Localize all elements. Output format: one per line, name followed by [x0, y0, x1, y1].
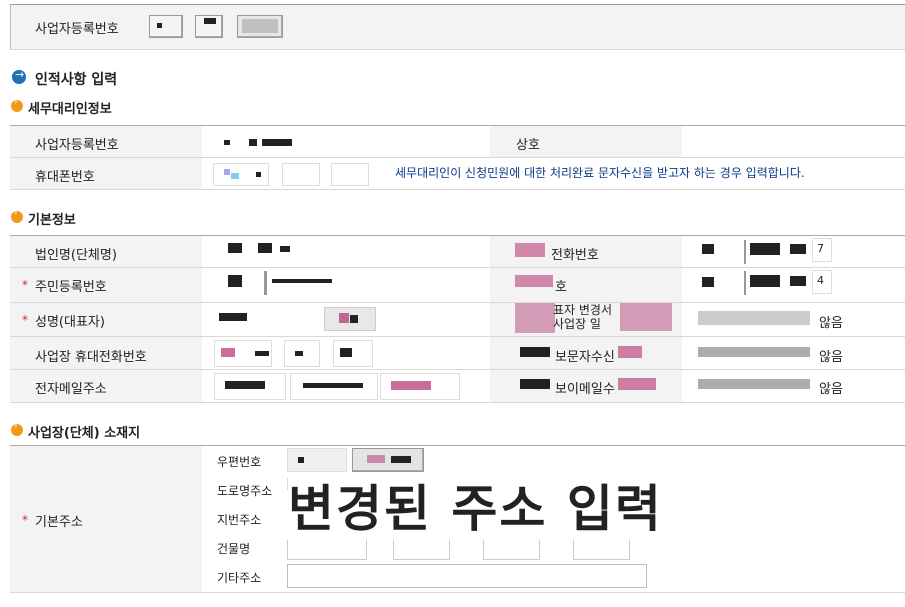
- agent-phone-label: 휴대폰번호: [35, 170, 95, 185]
- orange-bullet-icon: ›: [11, 421, 23, 436]
- required-star: *: [22, 278, 28, 292]
- arrow-circle-icon: →: [12, 68, 26, 84]
- zip-search-button[interactable]: [352, 448, 424, 472]
- lot-address-label: 지번주소: [217, 513, 262, 527]
- email-domain-input[interactable]: [290, 373, 378, 400]
- required-star: *: [22, 513, 28, 527]
- location-heading: 사업장(단체) 소재지: [28, 426, 141, 441]
- orange-bullet-icon: ›: [11, 208, 23, 223]
- top-bizno-row: [10, 5, 905, 49]
- agent-bizno-label: 사업자등록번호: [35, 138, 119, 153]
- rep-name-search-button[interactable]: [324, 307, 376, 331]
- fax-part3-input[interactable]: 4: [812, 270, 832, 294]
- sms-radio-label[interactable]: 않음: [819, 346, 843, 365]
- zip-label: 우편번호: [217, 455, 262, 469]
- orange-bullet-icon: ›: [11, 97, 23, 112]
- email-recv-radio-label[interactable]: 않음: [819, 378, 843, 397]
- building-input-4[interactable]: [573, 540, 630, 560]
- bizno-part1-input[interactable]: [149, 15, 183, 38]
- rep-change-radio-label[interactable]: 않음: [819, 312, 843, 331]
- page-title: 인적사항 입력: [35, 72, 118, 88]
- zip-input[interactable]: [287, 448, 347, 472]
- email-id-input[interactable]: [214, 373, 286, 400]
- agent-phone-part3-input[interactable]: [331, 163, 369, 186]
- top-bizno-label: 사업자등록번호: [35, 22, 119, 37]
- resident-no-label: 주민등록번호: [35, 280, 107, 295]
- biz-mobile-part3-input[interactable]: [333, 340, 373, 367]
- building-input-2[interactable]: [393, 540, 450, 560]
- email-domain-select[interactable]: [380, 373, 460, 400]
- sms-label: 보문자수신: [555, 350, 615, 365]
- agent-notice: 세무대리인이 신청민원에 대한 처리완료 문자수신을 받고자 하는 경우 입력합…: [395, 166, 805, 180]
- bizno-part3-input[interactable]: [237, 15, 283, 38]
- base-address-label: 기본주소: [35, 515, 83, 530]
- etc-address-input[interactable]: [287, 564, 647, 588]
- agent-phone-part1-input[interactable]: [213, 163, 269, 186]
- biz-mobile-label: 사업장 휴대전화번호: [35, 350, 147, 365]
- phone-label: 전화번호: [551, 248, 599, 263]
- etc-address-label: 기타주소: [217, 571, 262, 585]
- email-recv-label: 보이메일수: [555, 382, 615, 397]
- email-label: 전자메일주소: [35, 382, 107, 397]
- basic-heading: 기본정보: [28, 213, 76, 228]
- fax-label: 호: [555, 280, 567, 295]
- building-input-3[interactable]: [483, 540, 540, 560]
- rep-name-label: 성명(대표자): [35, 315, 105, 330]
- rep-change-label: 표자 변경서 사업장 일: [553, 303, 613, 331]
- corp-name-label: 법인명(단체명): [35, 248, 117, 263]
- road-address-label: 도로명주소: [217, 484, 273, 498]
- overlay-text: 변경된 주소 입력: [288, 478, 663, 540]
- agent-company-label: 상호: [516, 138, 540, 153]
- phone-part3-input[interactable]: 7: [812, 238, 832, 262]
- building-label: 건물명: [217, 542, 251, 556]
- agent-phone-part2-input[interactable]: [282, 163, 320, 186]
- biz-mobile-part2-input[interactable]: [284, 340, 320, 367]
- required-star: *: [22, 313, 28, 327]
- building-input-1[interactable]: [287, 540, 367, 560]
- agent-heading: 세무대리인정보: [28, 102, 112, 117]
- biz-mobile-part1-input[interactable]: [214, 340, 272, 367]
- bizno-part2-input[interactable]: [195, 15, 223, 38]
